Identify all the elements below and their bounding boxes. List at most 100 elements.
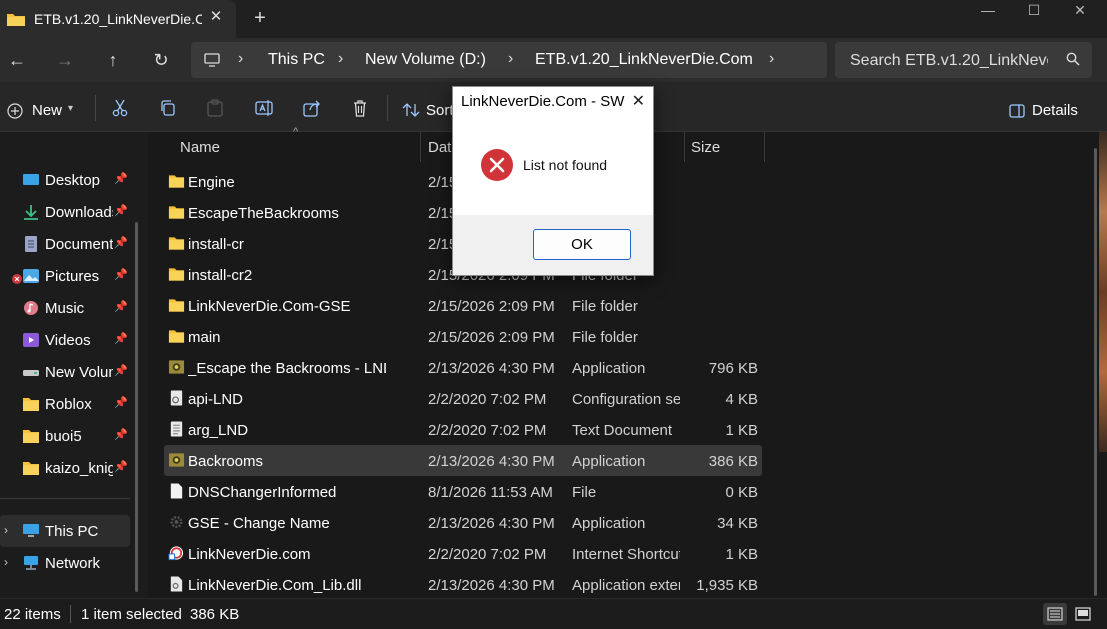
file-size: 386 KB (708, 453, 758, 470)
file-name: Backrooms (188, 453, 264, 470)
forward-arrow-icon[interactable]: → (55, 50, 75, 70)
pin-icon: 📌 (114, 301, 128, 313)
chevron-right-icon[interactable]: › (769, 50, 774, 68)
breadcrumb-new-volume[interactable]: New Volume (D:) (365, 51, 486, 69)
sidebar-item-new-volume[interactable]: New Volume 📌 (0, 356, 130, 388)
file-date: 2/2/2020 7:02 PM (428, 422, 547, 439)
sidebar-item-desktop[interactable]: Desktop 📌 (0, 164, 130, 196)
up-arrow-icon[interactable]: ↑ (103, 50, 123, 70)
sidebar-item-this-pc[interactable]: › This PC (0, 515, 130, 547)
file-row[interactable]: api-LND 2/2/2020 7:02 PM Configuration s… (164, 383, 762, 414)
chevron-right-icon[interactable]: › (4, 555, 8, 569)
tab-title: ETB.v1.20_LinkNeverDie.Com (34, 11, 202, 27)
window-close-icon[interactable]: ✕ (1060, 2, 1100, 22)
close-icon[interactable]: ✕ (208, 9, 224, 25)
address-bar[interactable]: › This PC › New Volume (D:) › ETB.v1.20_… (191, 42, 827, 78)
minimize-icon[interactable]: — (968, 2, 1008, 22)
download-icon (24, 205, 38, 220)
details-view-button[interactable] (1043, 603, 1067, 625)
column-divider[interactable] (764, 132, 765, 162)
sidebar-item-videos[interactable]: Videos 📌 (0, 324, 130, 356)
paste-icon[interactable] (207, 99, 223, 117)
sidebar-item-network[interactable]: › Network (0, 547, 130, 579)
background-window-strip (1099, 132, 1107, 452)
copy-icon[interactable] (160, 100, 176, 116)
details-button[interactable]: Details (1032, 102, 1078, 119)
file-type: Internet Shortcut (572, 546, 680, 563)
file-name: _Escape the Backrooms - LND Game Launche… (188, 360, 386, 377)
new-tab-plus-icon[interactable]: + (250, 8, 270, 28)
sidebar-item-kaizo-knight[interactable]: kaizo_knight 📌 (0, 452, 130, 484)
sidebar-item-label: Documents (45, 236, 113, 253)
back-arrow-icon[interactable]: ← (7, 50, 27, 70)
maximize-icon[interactable]: ☐ (1014, 2, 1054, 22)
column-header-name[interactable]: Name (180, 139, 220, 169)
column-divider[interactable] (420, 132, 421, 162)
column-header-date[interactable]: Date modified (428, 139, 452, 169)
sidebar-item-buoi5[interactable]: buoi5 📌 (0, 420, 130, 452)
details-pane-icon (1009, 104, 1025, 118)
file-row[interactable]: main 2/15/2026 2:09 PM File folder (164, 321, 762, 352)
file-row[interactable]: arg_LND 2/2/2020 7:02 PM Text Document 1… (164, 414, 762, 445)
file-name: install-cr (188, 236, 244, 253)
file-type: File folder (572, 329, 638, 346)
address-row: ← → ↑ ↻ › This PC › New Volume (D:) › ET… (0, 38, 1107, 82)
app-icon (168, 360, 185, 374)
folder-icon (168, 330, 185, 343)
rename-icon[interactable] (255, 99, 273, 117)
sidebar-item-pictures[interactable]: Pictures 📌 (0, 260, 130, 292)
desktop-icon (23, 174, 39, 185)
chevron-right-icon[interactable]: › (508, 50, 513, 68)
file-name: arg_LND (188, 422, 249, 439)
column-header-size[interactable]: Size (691, 139, 720, 169)
pin-icon: 📌 (114, 205, 128, 217)
sort-button[interactable]: Sort (426, 102, 452, 119)
share-icon[interactable] (303, 99, 321, 117)
breadcrumb-this-pc[interactable]: This PC (268, 51, 325, 69)
file-row[interactable]: LinkNeverDie.Com_Lib.dll 2/13/2026 4:30 … (164, 569, 762, 600)
file-type: Text Document (572, 422, 673, 439)
videos-icon (23, 333, 39, 347)
ok-button[interactable]: OK (533, 229, 631, 260)
tiles-view-button[interactable] (1071, 603, 1095, 625)
refresh-icon[interactable]: ↻ (151, 50, 171, 70)
chevron-right-icon[interactable]: › (238, 50, 243, 68)
pin-icon: 📌 (114, 269, 128, 281)
tab-current[interactable]: ETB.v1.20_LinkNeverDie.Com ✕ (0, 0, 236, 38)
sidebar-item-label: Roblox (45, 396, 92, 413)
file-row[interactable]: GSE - Change Name 2/13/2026 4:30 PM Appl… (164, 507, 762, 538)
file-row[interactable]: DNSChangerInformed 8/1/2026 11:53 AM Fil… (164, 476, 762, 507)
chevron-right-icon[interactable]: › (4, 523, 8, 537)
file-size: 34 KB (717, 515, 758, 532)
search-input[interactable]: Search ETB.v1.20_LinkNeverDie.Com (835, 42, 1092, 78)
delete-icon[interactable] (352, 99, 368, 117)
search-placeholder: Search ETB.v1.20_LinkNeverDie.Com (850, 52, 1048, 69)
file-row[interactable]: LinkNeverDie.com 2/2/2020 7:02 PM Intern… (164, 538, 762, 569)
cut-icon[interactable] (112, 99, 128, 117)
document-icon (25, 236, 37, 252)
sidebar-item-downloads[interactable]: Downloads 📌 (0, 196, 130, 228)
divider (387, 95, 388, 121)
sidebar-item-documents[interactable]: Documents 📌 (0, 228, 130, 260)
file-list-scrollbar[interactable] (1094, 148, 1097, 596)
file-row-selected[interactable]: Backrooms 2/13/2026 4:30 PM Application … (164, 445, 762, 476)
network-icon (24, 556, 38, 570)
file-row[interactable]: _Escape the Backrooms - LND Game Launche… (164, 352, 762, 383)
chevron-down-icon[interactable]: ▾ (68, 103, 73, 114)
sidebar-scrollbar[interactable] (135, 222, 138, 592)
sidebar-item-music[interactable]: Music 📌 (0, 292, 130, 324)
breadcrumb-current-folder[interactable]: ETB.v1.20_LinkNeverDie.Com (535, 51, 753, 69)
sidebar-item-roblox[interactable]: Roblox 📌 (0, 388, 130, 420)
pin-icon: 📌 (114, 173, 128, 185)
pin-icon: 📌 (114, 365, 128, 377)
file-row[interactable]: LinkNeverDie.Com-GSE 2/15/2026 2:09 PM F… (164, 290, 762, 321)
sort-icon (402, 103, 420, 117)
file-type: Application (572, 360, 646, 377)
chevron-right-icon[interactable]: › (338, 50, 343, 68)
close-icon[interactable]: ✕ (632, 91, 645, 111)
column-divider[interactable] (684, 132, 685, 162)
dialog-title: LinkNeverDie.Com - SW (461, 93, 625, 110)
folder-icon (168, 175, 185, 188)
new-button[interactable]: New (32, 102, 62, 119)
file-size: 0 KB (725, 484, 758, 501)
